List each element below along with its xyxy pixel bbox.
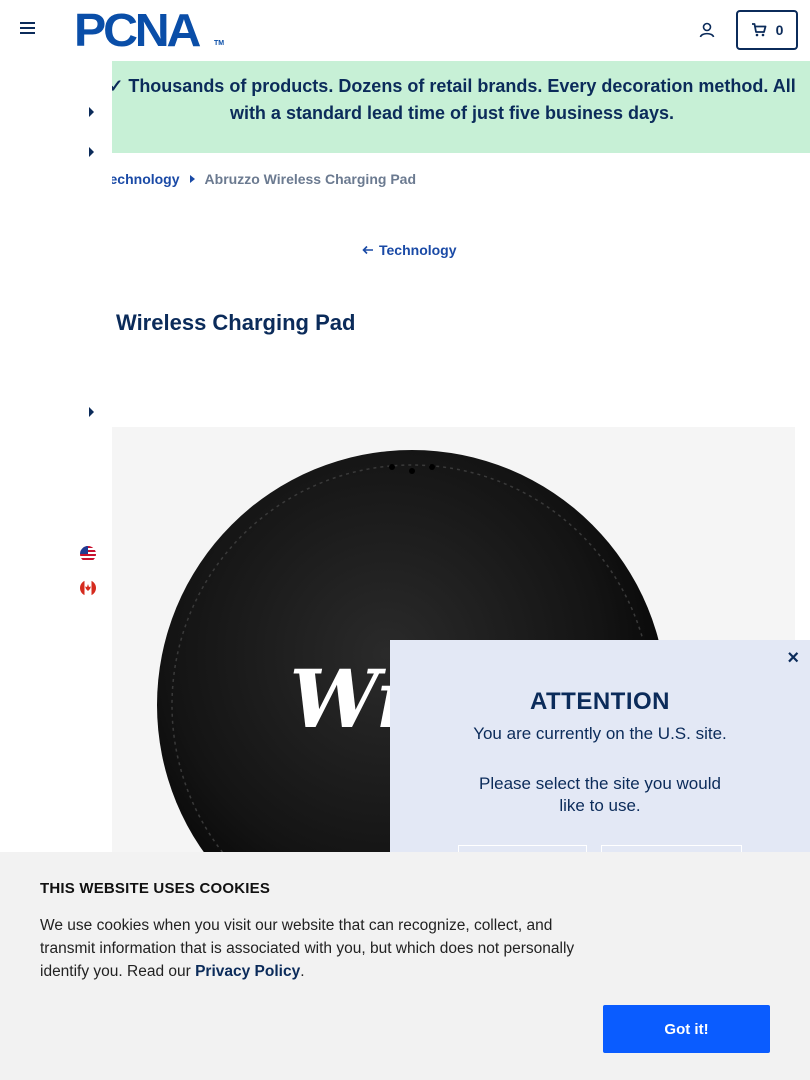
breadcrumb-current: Abruzzo Wireless Charging Pad <box>204 171 416 187</box>
account-icon[interactable] <box>698 21 716 39</box>
cart-count: 0 <box>775 22 784 38</box>
pcna-logo[interactable]: PCNA TM <box>74 4 225 56</box>
breadcrumb-separator-icon <box>189 175 195 183</box>
cookie-body-text: We use cookies when you visit our websit… <box>40 917 575 980</box>
cart-button[interactable]: 0 <box>736 10 798 50</box>
cookie-banner-text: We use cookies when you visit our websit… <box>40 914 605 983</box>
breadcrumb: Technology Abruzzo Wireless Charging Pad <box>102 170 416 188</box>
privacy-policy-link[interactable]: Privacy Policy <box>195 963 300 980</box>
cart-icon <box>751 23 766 37</box>
canada-flag-icon[interactable] <box>80 580 96 596</box>
cookie-banner-title: THIS WEBSITE USES COOKIES <box>40 880 271 897</box>
promo-banner: ✓ Thousands of products. Dozens of retai… <box>108 61 810 153</box>
product-title: Wireless Charging Pad <box>116 310 356 335</box>
expand-caret-icon[interactable] <box>89 147 94 157</box>
us-flag-icon[interactable] <box>80 546 96 562</box>
got-it-button[interactable]: Got it! <box>603 1005 770 1053</box>
modal-title: ATTENTION <box>529 688 671 715</box>
back-link-label: Technology <box>379 242 457 258</box>
breadcrumb-technology-link[interactable]: Technology <box>102 171 180 187</box>
expand-caret-icon[interactable] <box>89 107 94 117</box>
modal-prompt-text: Please select the site you would like to… <box>479 774 721 815</box>
logo-trademark: TM <box>214 40 225 47</box>
close-icon[interactable]: × <box>787 648 799 668</box>
cookie-banner: THIS WEBSITE USES COOKIES We use cookies… <box>0 852 810 1080</box>
menu-icon[interactable] <box>20 22 36 38</box>
modal-current-site-text: You are currently on the U.S. site. <box>473 724 727 743</box>
back-to-category-link[interactable]: Technology <box>362 242 457 258</box>
logo-wordmark: PCNA <box>74 4 201 56</box>
arrow-left-icon <box>362 245 373 255</box>
expand-caret-icon[interactable] <box>89 407 94 417</box>
cookie-body-period: . <box>300 963 305 980</box>
site-header: PCNA TM 0 <box>0 0 810 61</box>
banner-text: ✓ Thousands of products. Dozens of retai… <box>108 76 796 123</box>
